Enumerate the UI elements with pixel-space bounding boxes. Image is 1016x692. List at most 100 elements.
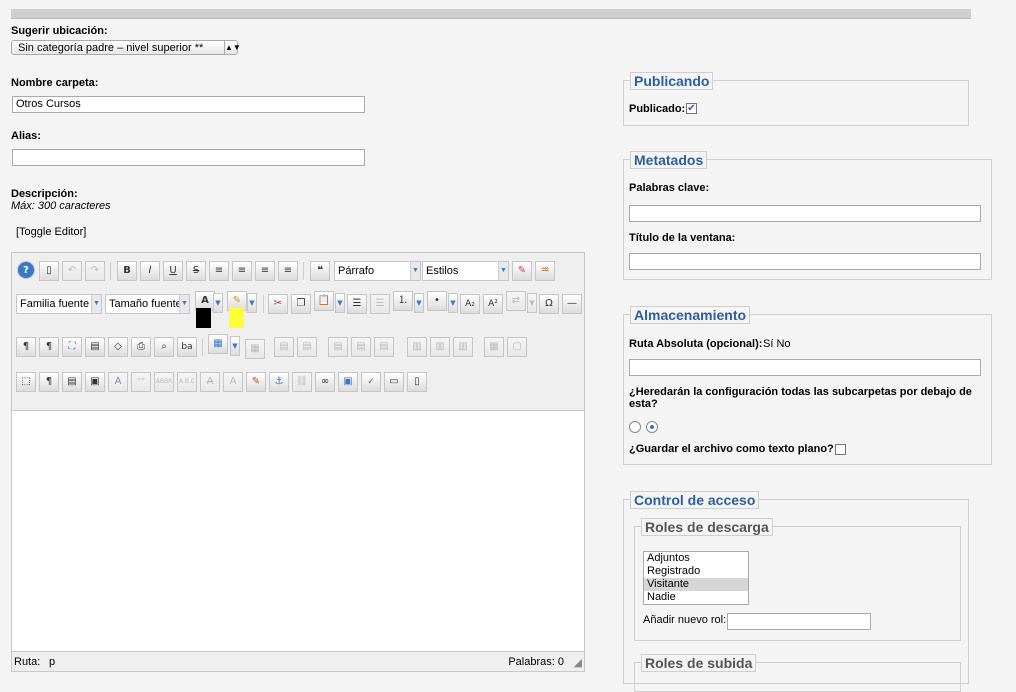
inherit-yes-radio[interactable] — [629, 421, 641, 433]
font-family-select[interactable]: Familia fuente ▼ — [16, 294, 102, 314]
row-before-icon[interactable]: ▤ — [328, 337, 348, 357]
row-props-icon[interactable]: ▤ — [274, 337, 294, 357]
search-icon[interactable]: ⌕ — [154, 337, 174, 357]
show-blocks-icon[interactable]: ¶ — [39, 372, 59, 392]
undo-icon[interactable]: ↶ — [62, 261, 82, 281]
underline-icon[interactable]: U — [163, 261, 183, 281]
published-checkbox[interactable]: ✔ — [686, 103, 697, 114]
page-break-icon[interactable]: ▭ — [384, 372, 404, 392]
acronym-icon[interactable]: A.B.C — [177, 372, 197, 392]
abbr-icon[interactable]: ABBR — [154, 372, 174, 392]
styles-icon[interactable]: A — [108, 372, 128, 392]
absolute-path-input[interactable] — [629, 359, 981, 376]
format-select[interactable]: Párrafo ▼ — [334, 261, 421, 281]
bold-icon[interactable]: B — [117, 261, 137, 281]
insert-table-icon[interactable]: ▦ — [208, 334, 228, 354]
keywords-input[interactable] — [629, 205, 981, 222]
rtl-icon[interactable]: ¶ — [39, 337, 59, 357]
align-center-icon[interactable]: ≡ — [232, 261, 252, 281]
chevron-down-icon[interactable]: ▼ — [448, 293, 458, 313]
delete-col-icon[interactable]: ▥ — [453, 337, 473, 357]
bullet-list-icon[interactable]: • — [427, 291, 447, 311]
new-document-icon[interactable]: ▯ — [39, 261, 59, 281]
chevron-down-icon[interactable]: ▼ — [247, 293, 257, 313]
delete-table-icon[interactable]: ▦ — [245, 339, 265, 359]
redo-icon[interactable]: ↷ — [85, 261, 105, 281]
spellcheck-icon[interactable]: ✓ — [361, 372, 381, 392]
inherit-no-radio[interactable] — [646, 421, 658, 433]
col-after-icon[interactable]: ▥ — [430, 337, 450, 357]
template-icon[interactable]: ▤ — [85, 337, 105, 357]
special-character-icon[interactable]: Ω — [539, 294, 559, 314]
unlink-icon[interactable]: ⛓ — [292, 372, 312, 392]
print-icon[interactable]: ⎙ — [131, 337, 151, 357]
cell-props-icon[interactable]: ▤ — [297, 337, 317, 357]
ltr-icon[interactable]: ¶ — [16, 337, 36, 357]
font-size-select[interactable]: Tamaño fuente ▼ — [105, 294, 190, 314]
absolute-path-yes-no[interactable]: Sí No — [763, 338, 791, 350]
role-option[interactable]: Adjuntos — [644, 552, 748, 565]
cite-icon[interactable]: “” — [131, 372, 151, 392]
resize-handle-icon[interactable]: ◢ — [574, 656, 582, 669]
replace-icon[interactable]: ba — [177, 337, 197, 357]
edit-attrs-icon[interactable]: ✎ — [246, 372, 266, 392]
cut-icon[interactable]: ✂ — [268, 294, 288, 314]
chevron-down-icon[interactable]: ▼ — [230, 336, 240, 356]
chevron-down-icon[interactable]: ▼ — [213, 293, 223, 313]
split-cells-icon[interactable]: ▦ — [484, 337, 504, 357]
styles-select[interactable]: Estilos ▼ — [422, 261, 509, 281]
parent-category-select[interactable]: Sin categoría padre – nivel superior ** … — [11, 40, 241, 55]
link-icon[interactable]: ∞ — [315, 372, 335, 392]
indent-icon[interactable]: ☰ — [370, 294, 390, 314]
path-value[interactable]: p — [49, 656, 55, 668]
superscript-icon[interactable]: A² — [483, 294, 503, 314]
outdent-icon[interactable]: ☰ — [347, 294, 367, 314]
folder-name-input[interactable]: Otros Cursos — [12, 96, 365, 113]
fullscreen-icon[interactable]: ⛶ — [62, 337, 82, 357]
alias-input[interactable] — [12, 149, 365, 166]
editor-content-area[interactable] — [12, 410, 584, 652]
paste-icon[interactable]: 📋 — [314, 291, 334, 311]
highlight-color-swatch — [229, 308, 244, 328]
eraser-icon[interactable]: ✎ — [512, 261, 532, 281]
plain-text-checkbox[interactable] — [835, 444, 846, 455]
visual-aid-icon[interactable]: ⬚ — [16, 372, 36, 392]
delete-text-icon[interactable]: A — [200, 372, 220, 392]
window-title-input[interactable] — [629, 253, 981, 270]
direction-icon[interactable]: ⇄ — [506, 291, 526, 311]
role-option-selected[interactable]: Visitante — [644, 578, 748, 591]
align-left-icon[interactable]: ≡ — [255, 261, 275, 281]
chevron-down-icon[interactable]: ▼ — [527, 293, 537, 313]
horizontal-rule-icon[interactable]: — — [562, 294, 582, 314]
download-roles-listbox[interactable]: Adjuntos Registrado Visitante Nadie — [643, 551, 749, 605]
col-before-icon[interactable]: ▥ — [407, 337, 427, 357]
help-icon[interactable]: ? — [17, 261, 35, 279]
styles-select-value: Estilos — [426, 265, 459, 277]
align-justify-icon[interactable]: ≡ — [209, 261, 229, 281]
paste-text-icon[interactable]: ▤ — [62, 372, 82, 392]
delete-row-icon[interactable]: ▤ — [374, 337, 394, 357]
strikethrough-icon[interactable]: S — [186, 261, 206, 281]
role-option[interactable]: Registrado — [644, 565, 748, 578]
chevron-down-icon[interactable]: ▼ — [414, 293, 424, 313]
numbered-list-icon[interactable]: ⒈ — [393, 291, 413, 311]
align-right-icon[interactable]: ≡ — [278, 261, 298, 281]
html-source-icon[interactable]: ◇ — [108, 337, 128, 357]
merge-cells-icon[interactable]: ▢ — [507, 337, 527, 357]
copy-icon[interactable]: ❐ — [291, 294, 311, 314]
toggle-editor-link[interactable]: [Toggle Editor] — [16, 226, 86, 238]
cleanup-brush-icon[interactable]: ♒ — [535, 261, 555, 281]
insert-text-icon[interactable]: A — [223, 372, 243, 392]
anchor-icon[interactable]: ⚓ — [269, 372, 289, 392]
add-role-input[interactable] — [727, 613, 871, 630]
role-option[interactable]: Nadie — [644, 591, 748, 604]
read-more-icon[interactable]: ▯ — [407, 372, 427, 392]
chevron-down-icon[interactable]: ▼ — [335, 293, 345, 313]
download-roles-fieldset: Roles de descarga Adjuntos Registrado Vi… — [634, 518, 961, 641]
subscript-icon[interactable]: A₂ — [460, 294, 480, 314]
image-icon[interactable]: ▣ — [338, 372, 358, 392]
row-after-icon[interactable]: ▤ — [351, 337, 371, 357]
italic-icon[interactable]: I — [140, 261, 160, 281]
paste-word-icon[interactable]: ▣ — [85, 372, 105, 392]
blockquote-icon[interactable]: ❝ — [310, 261, 330, 281]
